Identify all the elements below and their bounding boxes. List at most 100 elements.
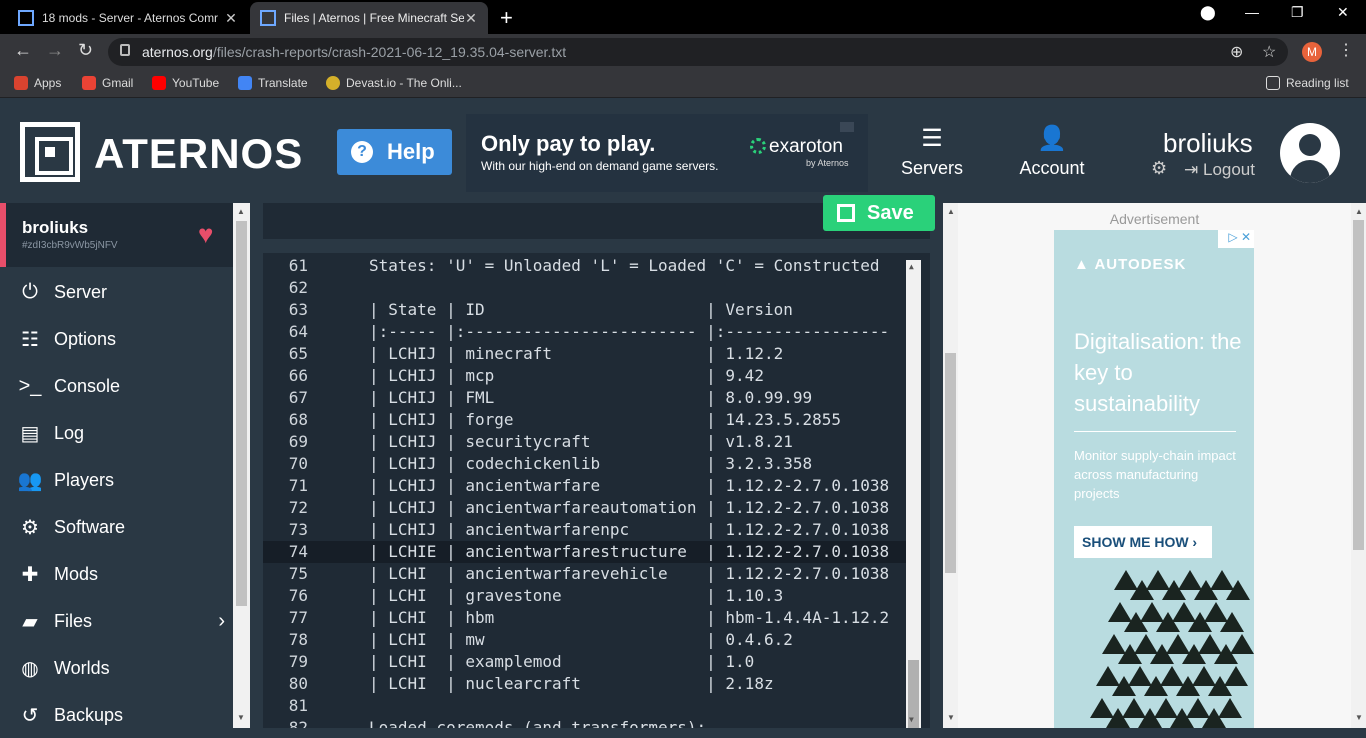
line-text: | LCHI | hbm | hbm-1.4.4A-1.12.2 <box>369 608 890 627</box>
save-button[interactable]: Save <box>823 195 935 231</box>
zoom-icon[interactable]: ⊕ <box>1230 42 1243 62</box>
code-line[interactable]: 73 | LCHIJ | ancientwarfarenpc | 1.12.2-2… <box>263 519 908 541</box>
bookmark-gmail[interactable]: Gmail <box>82 76 133 90</box>
code-line[interactable]: 69 | LCHIJ | securitycraft | v1.8.21 <box>263 431 908 453</box>
help-button[interactable]: ? Help <box>337 129 452 175</box>
browser-tab-active[interactable]: Files | Aternos | Free Minecraft Se ✕ <box>250 2 488 34</box>
code-editor[interactable]: 82 Loaded coremods (and transformers): 81 8… <box>263 253 930 728</box>
code-line[interactable]: 64 |:----- |:------------------------ |:-… <box>263 321 908 343</box>
line-number: 70 <box>288 454 308 473</box>
editor-scrollbar[interactable]: ▲ ▼ <box>906 260 921 728</box>
sidebar-item-players[interactable]: 👥 Players <box>0 457 233 503</box>
log-icon: ▤ <box>20 422 40 445</box>
code-line[interactable]: 77 | LCHI | hbm | hbm-1.4.4A-1.12.2 <box>263 607 908 629</box>
broken-heart-icon[interactable]: ♥ <box>198 219 213 250</box>
exaroton-ad-banner[interactable]: Only pay to play. With our high-end on d… <box>466 114 868 192</box>
sidebar-item-mods[interactable]: ✚ Mods <box>0 551 233 597</box>
scroll-down-icon[interactable]: ▼ <box>909 715 914 724</box>
code-line[interactable]: 66 | LCHIJ | mcp | 9.42 <box>263 365 908 387</box>
scroll-down-icon[interactable]: ▼ <box>947 713 955 722</box>
line-number: 65 <box>288 344 308 363</box>
user-avatar[interactable] <box>1280 123 1340 183</box>
reading-list[interactable]: Reading list <box>1266 76 1349 90</box>
scroll-up-icon[interactable]: ▲ <box>909 262 914 271</box>
code-line[interactable]: 76 | LCHI | gravestone | 1.10.3 <box>263 585 908 607</box>
browser-tab[interactable]: 18 mods - Server - Aternos Comr ✕ <box>8 2 248 34</box>
code-line[interactable]: 68 | LCHIJ | forge | 14.23.5.2855 <box>263 409 908 431</box>
scrollbar-thumb[interactable] <box>236 221 247 606</box>
scrollbar-thumb[interactable] <box>945 353 956 573</box>
scroll-down-icon[interactable]: ▼ <box>1355 713 1363 722</box>
scroll-up-icon[interactable]: ▲ <box>237 207 245 216</box>
code-line[interactable]: 63 | State | ID | Version <box>263 299 908 321</box>
sidebar-scrollbar[interactable]: ▲ ▼ <box>233 203 250 728</box>
code-line[interactable]: 62 <box>263 277 908 299</box>
sidebar-item-log[interactable]: ▤ Log <box>0 410 233 456</box>
code-line[interactable]: 78 | LCHI | mw | 0.4.6.2 <box>263 629 908 651</box>
autodesk-ad[interactable]: ▷ ✕ ▲ AUTODESK Digitalisation: the key t… <box>1054 230 1254 728</box>
line-number: 73 <box>288 520 308 539</box>
code-line[interactable]: 70 | LCHIJ | codechickenlib | 3.2.3.358 <box>263 453 908 475</box>
show-me-how-button[interactable]: SHOW ME HOW › <box>1074 526 1212 558</box>
code-line[interactable]: 65 | LCHIJ | minecraft | 1.12.2 <box>263 343 908 365</box>
aternos-logo-icon[interactable] <box>20 122 80 182</box>
username: broliuks <box>1163 128 1253 158</box>
code-line[interactable]: 72 | LCHIJ | ancientwarfareautomation | 1… <box>263 497 908 519</box>
minimize-icon[interactable]: — <box>1245 4 1259 20</box>
sidebar-item-files[interactable]: ▰ Files › <box>0 598 233 644</box>
profile-menu-icon[interactable]: ⬤ <box>1200 4 1216 21</box>
code-line[interactable]: 79 | LCHI | examplemod | 1.0 <box>263 651 908 673</box>
bookmark-devast[interactable]: Devast.io - The Onli... <box>326 76 462 90</box>
code-line[interactable]: 61 States: 'U' = Unloaded 'L' = Loaded 'C… <box>263 255 908 277</box>
code-line[interactable]: 75 | LCHI | ancientwarfarevehicle | 1.12.… <box>263 563 908 585</box>
new-tab-icon[interactable]: + <box>500 5 513 31</box>
bookmark-star-icon[interactable]: ☆ <box>1262 42 1276 62</box>
reload-icon[interactable]: ↻ <box>78 40 93 61</box>
scrollbar-thumb[interactable] <box>1353 220 1364 550</box>
sidebar-item-options[interactable]: ☷ Options <box>0 316 233 362</box>
back-icon[interactable]: ← <box>14 40 32 61</box>
right-column: ▲ ▼ Advertisement ▷ ✕ ▲ AUTODESK Digital… <box>943 203 1366 728</box>
scroll-up-icon[interactable]: ▲ <box>1355 207 1363 216</box>
sidebar-item-software[interactable]: ⚙ Software <box>0 504 233 550</box>
page-scrollbar[interactable]: ▲ ▼ <box>1351 203 1366 728</box>
close-tab-icon[interactable]: ✕ <box>464 10 478 27</box>
logo-text[interactable]: ATERNOS <box>94 130 303 178</box>
main-content: Save 82 Loaded coremods (and transformers… <box>250 195 943 728</box>
bookmark-translate[interactable]: Translate <box>238 76 308 90</box>
nav-servers[interactable]: ☰ Servers <box>887 124 977 179</box>
code-line[interactable]: 80 | LCHI | nuclearcraft | 2.18z <box>263 673 908 695</box>
nav-account[interactable]: 👤 Account <box>1007 124 1097 179</box>
scroll-up-icon[interactable]: ▲ <box>947 207 955 216</box>
main-scrollbar[interactable]: ▲ ▼ <box>943 203 958 728</box>
scroll-down-icon[interactable]: ▼ <box>237 713 245 722</box>
forward-icon[interactable]: → <box>46 40 64 61</box>
code-line[interactable]: 81 <box>263 695 908 717</box>
code-line[interactable]: 82 Loaded coremods (and transformers): <box>263 717 908 728</box>
code-line[interactable]: 67 | LCHIJ | FML | 8.0.99.99 <box>263 387 908 409</box>
close-window-icon[interactable]: ✕ <box>1337 4 1349 21</box>
line-text: | LCHIJ | minecraft | 1.12.2 <box>369 344 784 363</box>
line-text: | LCHIJ | ancientwarfare | 1.12.2-2.7.0.… <box>369 476 890 495</box>
bookmark-apps[interactable]: Apps <box>14 76 61 90</box>
sidebar-item-server[interactable]: ⏻ Server <box>0 269 233 315</box>
line-text: | LCHIJ | codechickenlib | 3.2.3.358 <box>369 454 813 473</box>
browser-menu-icon[interactable]: ⋮ <box>1338 40 1354 60</box>
server-info[interactable]: broliuks #zdI3cbR9vWb5jNFV ♥ <box>0 203 233 267</box>
bookmark-youtube[interactable]: YouTube <box>152 76 219 90</box>
sidebar-item-console[interactable]: >_ Console <box>0 363 233 409</box>
code-line[interactable]: 74 | LCHIE | ancientwarfarestructure | 1.… <box>263 541 908 563</box>
sidebar-item-worlds[interactable]: ◍ Worlds <box>0 645 233 691</box>
settings-gear-icon[interactable]: ⚙ <box>1151 158 1167 179</box>
url-field[interactable]: aternos.org/files/crash-reports/crash-20… <box>108 38 1288 66</box>
logout-link[interactable]: ⇥ Logout <box>1184 160 1255 180</box>
ad-close-icon[interactable]: ▷ ✕ <box>1218 230 1254 248</box>
profile-avatar[interactable]: M <box>1302 42 1322 62</box>
ad-choices-icon[interactable] <box>840 122 854 132</box>
restore-icon[interactable]: ❐ <box>1291 4 1304 21</box>
line-text: | LCHIJ | mcp | 9.42 <box>369 366 764 385</box>
line-text: | LCHIJ | securitycraft | v1.8.21 <box>369 432 793 451</box>
code-line[interactable]: 71 | LCHIJ | ancientwarfare | 1.12.2-2.7.… <box>263 475 908 497</box>
sidebar-item-backups[interactable]: ↺ Backups <box>0 692 233 738</box>
close-tab-icon[interactable]: ✕ <box>224 10 238 27</box>
